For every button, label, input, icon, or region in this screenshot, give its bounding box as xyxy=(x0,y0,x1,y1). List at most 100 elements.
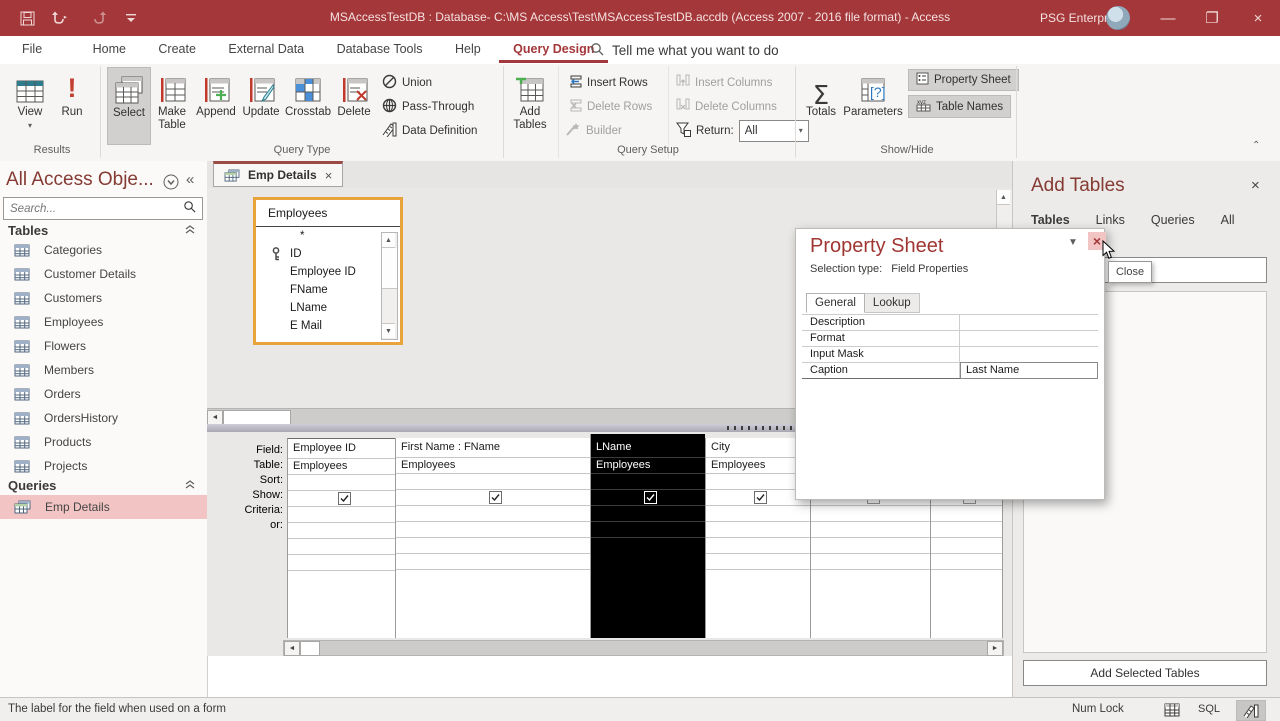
pass-through-button[interactable]: Pass-Through xyxy=(382,96,474,117)
grid-column-first-name[interactable]: First Name : FName Employees xyxy=(395,438,590,638)
or-cell[interactable] xyxy=(288,523,395,539)
sidebar-item-flowers[interactable]: Flowers xyxy=(0,334,207,358)
sort-cell[interactable] xyxy=(288,475,395,491)
tell-me-search[interactable]: Tell me what you want to do xyxy=(590,36,779,64)
scroll-up-icon[interactable]: ▲ xyxy=(997,190,1010,205)
nav-dropdown-icon[interactable] xyxy=(163,174,179,195)
criteria-cell[interactable] xyxy=(706,506,810,522)
collapse-queries-icon[interactable] xyxy=(185,480,195,492)
sidebar-item-emp-details[interactable]: Emp Details xyxy=(0,495,207,519)
field-cell[interactable]: Employee ID xyxy=(288,439,395,459)
scroll-left-icon[interactable]: ◄ xyxy=(207,409,223,425)
append-button[interactable]: Append xyxy=(194,67,238,143)
grid-column-lname-selected[interactable]: LName Employees xyxy=(590,434,705,638)
field-list-scrollbar[interactable]: ▲ ▼ xyxy=(381,232,398,340)
field-item-star[interactable]: * xyxy=(256,227,400,245)
criteria-cell[interactable] xyxy=(396,506,590,522)
sidebar-item-members[interactable]: Members xyxy=(0,358,207,382)
scroll-up-icon[interactable]: ▲ xyxy=(382,233,395,248)
table-cell[interactable]: Employees xyxy=(396,458,590,474)
scroll-right-icon[interactable]: ► xyxy=(987,640,1003,656)
tables-group-header[interactable]: Tables xyxy=(8,223,48,238)
nav-search-input[interactable] xyxy=(4,202,183,215)
collapse-ribbon-icon[interactable]: ⌃ xyxy=(1252,140,1260,151)
employees-field-list[interactable]: Employees * ID Employee ID FName LName E… xyxy=(253,197,403,345)
view-button[interactable]: View ▾ xyxy=(10,67,50,143)
show-checkbox[interactable] xyxy=(754,491,767,504)
nav-search-box[interactable] xyxy=(3,197,203,220)
grid-horizontal-scrollbar[interactable]: ◄ ► xyxy=(283,640,1004,656)
document-tab-emp-details[interactable]: Emp Details × xyxy=(213,161,344,187)
sidebar-item-categories[interactable]: Categories xyxy=(0,238,207,262)
parameters-button[interactable]: [?] Parameters xyxy=(843,67,903,143)
field-item-fname[interactable]: FName xyxy=(256,281,400,299)
builder-button[interactable]: Builder xyxy=(566,120,622,141)
minimize-button[interactable]: — xyxy=(1146,0,1190,36)
add-tables-button[interactable]: Add Tables xyxy=(508,67,552,143)
tab-create[interactable]: Create xyxy=(144,36,210,63)
datasheet-view-button[interactable] xyxy=(1158,700,1186,719)
tab-lookup[interactable]: Lookup xyxy=(864,293,920,313)
tab-file[interactable]: File xyxy=(8,36,56,63)
property-sheet-toggle[interactable]: Property Sheet xyxy=(908,69,1019,91)
property-row-caption[interactable]: Caption Last Name xyxy=(802,362,1098,379)
update-button[interactable]: Update xyxy=(240,67,282,143)
scrollbar-thumb[interactable] xyxy=(300,640,320,656)
scroll-left-icon[interactable]: ◄ xyxy=(284,640,300,656)
collapse-tables-icon[interactable] xyxy=(185,225,195,237)
tab-queries[interactable]: Queries xyxy=(1151,213,1195,233)
field-item-employee-id[interactable]: Employee ID xyxy=(256,263,400,281)
property-row-input-mask[interactable]: Input Mask xyxy=(802,347,1098,363)
sidebar-item-employees[interactable]: Employees xyxy=(0,310,207,334)
avatar[interactable] xyxy=(1106,6,1130,30)
tab-all[interactable]: All xyxy=(1221,213,1235,233)
data-definition-button[interactable]: Data Definition xyxy=(382,120,477,141)
property-sheet-dropdown-icon[interactable]: ▼ xyxy=(1068,237,1078,248)
union-button[interactable]: Union xyxy=(382,72,432,93)
close-pane-icon[interactable]: × xyxy=(1251,177,1260,194)
sidebar-item-projects[interactable]: Projects xyxy=(0,454,207,478)
caption-value-cell[interactable]: Last Name xyxy=(960,362,1098,379)
tab-database-tools[interactable]: Database Tools xyxy=(323,36,437,63)
show-checkbox[interactable] xyxy=(337,492,351,505)
insert-columns-button[interactable]: Insert Columns xyxy=(676,72,772,93)
scroll-down-icon[interactable]: ▼ xyxy=(382,323,395,338)
select-query-button[interactable]: Select xyxy=(107,67,151,145)
grid-column-employee-id[interactable]: Employee ID Employees xyxy=(287,438,395,638)
sidebar-item-orders[interactable]: Orders xyxy=(0,382,207,406)
tab-external-data[interactable]: External Data xyxy=(214,36,318,63)
field-item-email[interactable]: E Mail xyxy=(256,317,400,335)
scrollbar-thumb[interactable] xyxy=(223,409,291,425)
queries-group-header[interactable]: Queries xyxy=(8,478,56,493)
close-tab-icon[interactable]: × xyxy=(325,168,333,183)
sort-cell[interactable] xyxy=(396,474,590,490)
field-list-title[interactable]: Employees xyxy=(256,200,400,227)
criteria-cell[interactable] xyxy=(591,506,705,522)
table-cell[interactable]: Employees xyxy=(288,459,395,475)
return-dropdown[interactable]: All ▾ xyxy=(738,119,809,142)
sort-cell[interactable] xyxy=(591,474,705,490)
totals-button[interactable]: Σ Totals xyxy=(801,67,841,143)
tab-home[interactable]: Home xyxy=(79,36,140,63)
close-button[interactable]: × xyxy=(1236,0,1280,36)
or-cell[interactable] xyxy=(396,522,590,538)
sidebar-item-ordershistory[interactable]: OrdersHistory xyxy=(0,406,207,430)
show-checkbox[interactable] xyxy=(644,491,657,504)
criteria-cell[interactable] xyxy=(288,507,395,523)
delete-rows-button[interactable]: Delete Rows xyxy=(566,96,652,117)
delete-query-button[interactable]: Delete xyxy=(334,67,374,143)
table-names-toggle[interactable]: xyz Table Names xyxy=(908,95,1012,118)
show-cell[interactable] xyxy=(396,490,590,506)
property-row-format[interactable]: Format xyxy=(802,331,1098,347)
property-row-description[interactable]: Description xyxy=(802,315,1098,331)
delete-columns-button[interactable]: Delete Columns xyxy=(676,96,777,117)
tab-help[interactable]: Help xyxy=(441,36,495,63)
maximize-button[interactable]: ❐ xyxy=(1190,0,1234,36)
sidebar-item-customer-details[interactable]: Customer Details xyxy=(0,262,207,286)
make-table-button[interactable]: Make Table xyxy=(152,67,192,143)
run-button[interactable]: ! Run xyxy=(54,67,90,143)
sidebar-item-products[interactable]: Products xyxy=(0,430,207,454)
field-item-lname[interactable]: LName xyxy=(256,299,400,317)
field-item-id[interactable]: ID xyxy=(256,245,400,263)
crosstab-button[interactable]: Crosstab xyxy=(284,67,332,143)
